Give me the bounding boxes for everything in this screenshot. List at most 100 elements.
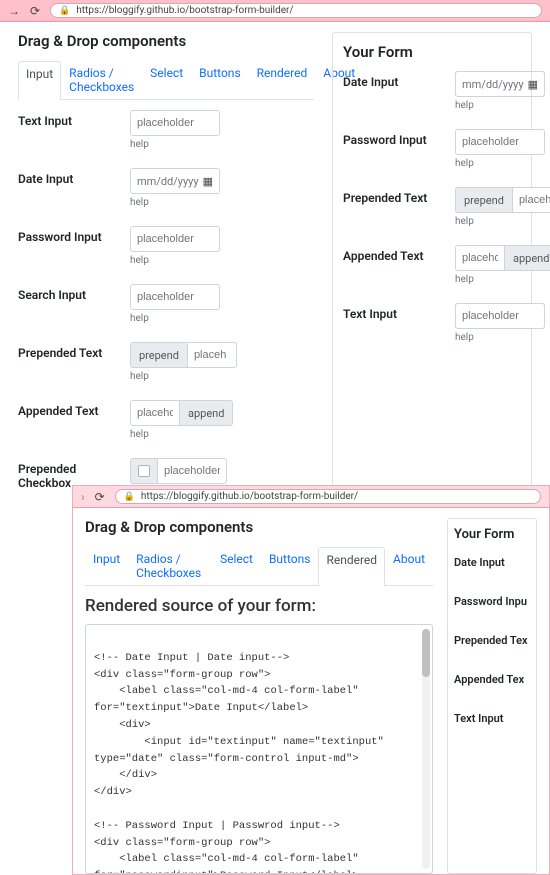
- lock-icon: 🔒: [59, 6, 70, 16]
- tab-buttons[interactable]: Buttons: [261, 546, 319, 585]
- inner-right-column: Your Form Date Input Password Inpu Prepend…: [447, 518, 537, 874]
- field-row: Appended Textappendhelp: [18, 400, 314, 440]
- field-row: Appended Tex: [454, 669, 530, 686]
- field-control: [130, 458, 314, 484]
- field-label: Appended Text: [343, 245, 455, 263]
- tab-buttons[interactable]: Buttons: [191, 60, 249, 99]
- text-input[interactable]: [130, 226, 220, 252]
- tab-input[interactable]: Input: [18, 61, 61, 100]
- tab-about[interactable]: About: [385, 546, 433, 585]
- field-control: prepend help: [130, 342, 314, 382]
- text-input[interactable]: [455, 245, 505, 271]
- help-text: help: [130, 429, 314, 440]
- field-control: help: [130, 284, 314, 324]
- field-row: Date Input: [454, 552, 530, 569]
- text-input[interactable]: [512, 187, 550, 213]
- inner-right-heading: Your Form: [454, 527, 530, 542]
- outer-browser-bar: → ⟳ 🔒 https://bloggify.github.io/bootstr…: [0, 0, 550, 22]
- field-row: Search Inputhelp: [18, 284, 314, 324]
- help-text: help: [130, 197, 314, 208]
- help-text: help: [130, 255, 314, 266]
- tab-select[interactable]: Select: [142, 60, 191, 99]
- field-row: Password Inputhelp: [343, 129, 521, 169]
- field-control: mm/dd/yyyy▦help: [455, 71, 521, 111]
- addon-prepend: prepend: [455, 187, 512, 213]
- outer-left-column: Drag & Drop components InputRadios / Che…: [18, 32, 314, 508]
- addon-checkbox[interactable]: [130, 458, 157, 484]
- field-label: Appended Tex: [454, 669, 530, 686]
- text-input[interactable]: [187, 342, 237, 368]
- reload-icon[interactable]: ⟳: [30, 5, 40, 17]
- field-control: appendhelp: [455, 245, 521, 285]
- outer-page: Drag & Drop components InputRadios / Che…: [0, 22, 550, 508]
- addon-append: append: [505, 245, 550, 271]
- forward-icon[interactable]: ›: [81, 491, 85, 503]
- text-input[interactable]: [130, 400, 180, 426]
- field-label: Text Input: [343, 303, 455, 321]
- field-label: Date Input: [454, 552, 530, 569]
- field-row: Text Input: [454, 708, 530, 725]
- help-text: help: [455, 274, 521, 285]
- field-row: Password Inpu: [454, 591, 530, 608]
- field-control: help: [455, 303, 521, 343]
- help-text: help: [130, 313, 314, 324]
- date-input[interactable]: mm/dd/yyyy▦: [130, 168, 220, 194]
- inner-browser-bar: › ⟳ 🔒 https://bloggify.github.io/bootstr…: [73, 486, 549, 508]
- addon-prepend: prepend: [130, 342, 187, 368]
- tab-select[interactable]: Select: [212, 546, 261, 585]
- outer-right-column: Your Form Date Inputmm/dd/yyyy▦helpPassw…: [332, 32, 532, 508]
- help-text: help: [130, 139, 314, 150]
- addon-append: append: [180, 400, 233, 426]
- text-input[interactable]: [455, 303, 545, 329]
- text-input[interactable]: [130, 110, 220, 136]
- outer-tabs: InputRadios / CheckboxesSelectButtonsRen…: [18, 60, 314, 100]
- inner-tabs: InputRadios / CheckboxesSelectButtonsRen…: [85, 546, 433, 586]
- field-row: Date Inputmm/dd/yyyy▦help: [18, 168, 314, 208]
- text-input[interactable]: [157, 458, 227, 484]
- reload-icon[interactable]: ⟳: [95, 491, 105, 503]
- code-text: <!-- Date Input | Date input--> <div cla…: [94, 635, 390, 874]
- tab-rendered[interactable]: Rendered: [318, 547, 385, 586]
- tab-input[interactable]: Input: [85, 546, 128, 585]
- forward-icon[interactable]: →: [8, 5, 20, 17]
- inner-url-box[interactable]: 🔒 https://bloggify.github.io/bootstrap-f…: [115, 489, 541, 504]
- field-control: append help: [130, 400, 314, 440]
- field-row: Appended Textappendhelp: [343, 245, 521, 285]
- field-control: help: [130, 110, 314, 150]
- help-text: help: [130, 371, 314, 382]
- inner-right-fields: Date Input Password Inpu Prepended Tex Appe…: [454, 552, 530, 725]
- field-label: Password Inpu: [454, 591, 530, 608]
- tab-radios-checkboxes[interactable]: Radios / Checkboxes: [61, 60, 142, 99]
- field-control: help: [455, 129, 521, 169]
- calendar-icon: ▦: [203, 175, 213, 188]
- code-area[interactable]: <!-- Date Input | Date input--> <div cla…: [85, 624, 433, 874]
- help-text: help: [455, 216, 521, 227]
- outer-right-fields: Date Inputmm/dd/yyyy▦help Password Inputh…: [343, 71, 521, 343]
- date-input[interactable]: mm/dd/yyyy▦: [455, 71, 545, 97]
- field-row: Text Inputhelp: [18, 110, 314, 150]
- tab-rendered[interactable]: Rendered: [249, 60, 316, 99]
- help-text: help: [455, 100, 521, 111]
- field-label: Text Input: [454, 708, 530, 725]
- rendered-heading: Rendered source of your form:: [85, 596, 433, 616]
- lock-icon: 🔒: [124, 492, 135, 502]
- field-control: help: [130, 226, 314, 266]
- field-label: Password Input: [18, 226, 130, 244]
- outer-url-box[interactable]: 🔒 https://bloggify.github.io/bootstrap-f…: [50, 3, 542, 18]
- tab-radios-checkboxes[interactable]: Radios / Checkboxes: [128, 546, 212, 585]
- field-row: Prepended Tex: [454, 630, 530, 647]
- scrollbar-thumb[interactable]: [422, 629, 430, 677]
- help-text: help: [455, 158, 521, 169]
- calendar-icon: ▦: [528, 78, 538, 91]
- checkbox-icon: [138, 465, 150, 477]
- text-input[interactable]: [130, 284, 220, 310]
- field-row: Prepended Textprepend help: [343, 187, 521, 227]
- text-input[interactable]: [455, 129, 545, 155]
- field-label: Date Input: [343, 71, 455, 89]
- outer-url-text: https://bloggify.github.io/bootstrap-for…: [76, 5, 293, 16]
- field-label: Prepended Text: [343, 187, 455, 205]
- inner-window: › ⟳ 🔒 https://bloggify.github.io/bootstr…: [72, 485, 550, 875]
- inner-page: Drag & Drop components InputRadios / Che…: [73, 508, 549, 874]
- help-text: help: [455, 332, 521, 343]
- field-label: Prepended Tex: [454, 630, 530, 647]
